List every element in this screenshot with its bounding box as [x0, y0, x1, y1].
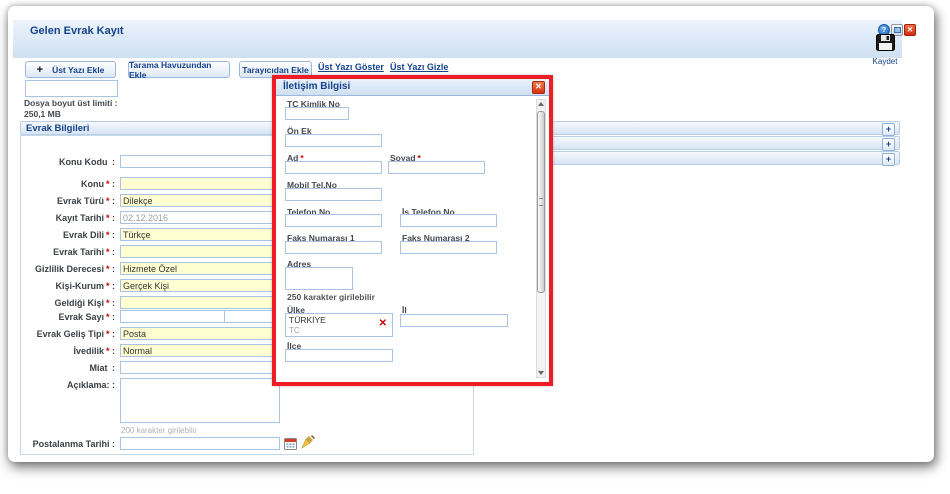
postalanma-tarihi-input[interactable]: [120, 437, 280, 450]
postalanma-tarihi-label: Postalanma Tarihi: [22, 439, 115, 449]
screen: Gelen Evrak Kayıt ? ✕ Kaydet + Üst Yazı …: [0, 0, 950, 494]
mobil-tel-input[interactable]: [285, 188, 382, 201]
adres-charnote: 250 karakter girilebilir: [287, 292, 375, 302]
modal-scrollbar[interactable]: [536, 99, 546, 378]
evrak-sayi-input-1[interactable]: [121, 311, 225, 322]
evrak-sayi-group: [120, 310, 292, 323]
soyad-input[interactable]: [388, 161, 485, 174]
konu-kodu-label: Konu Kodu: [22, 157, 115, 167]
expand-plus-icon[interactable]: +: [882, 138, 895, 151]
evrak-dili-label: Evrak Dili*: [22, 230, 115, 240]
ulke-clear-icon[interactable]: ✕: [379, 319, 387, 329]
ad-input[interactable]: [285, 161, 382, 174]
telefon-no-input[interactable]: [285, 214, 382, 227]
save-button-label: Kaydet: [864, 57, 906, 66]
modal-close-icon[interactable]: ✕: [532, 81, 545, 94]
adres-textarea[interactable]: [285, 267, 353, 290]
evrak-sayi-label: Evrak Sayı*: [22, 312, 115, 322]
evrak-gelis-tipi-label: Evrak Geliş Tipi*: [22, 329, 115, 339]
evrak-dili-input[interactable]: [120, 228, 292, 241]
scrollbar-grip: [539, 198, 543, 206]
clear-date-broom-icon[interactable]: [300, 435, 314, 449]
hide-cover-letter-link[interactable]: Üst Yazı Gizle: [390, 62, 448, 72]
is-telefon-input[interactable]: [400, 214, 497, 227]
gizlilik-derecesi-input[interactable]: [120, 262, 292, 275]
evrak-gelis-tipi-input[interactable]: [120, 327, 292, 340]
miat-input[interactable]: [120, 361, 292, 374]
evrak-turu-label: Evrak Türü*: [22, 196, 115, 206]
konu-label: Konu*: [22, 179, 115, 189]
konu-input[interactable]: [120, 177, 292, 190]
gizlilik-derecesi-label: Gizlilik Derecesi*: [22, 264, 115, 274]
ivedilik-input[interactable]: [120, 344, 292, 357]
geldigi-kisi-label: Geldiği Kişi*: [22, 298, 115, 308]
iletisim-bilgisi-modal: İletişim Bilgisi ✕ TC Kimlik No Ön Ek Ad…: [276, 79, 549, 382]
evrak-bilgileri-title: Evrak Bilgileri: [26, 123, 89, 134]
add-cover-letter-button[interactable]: + Üst Yazı Ekle: [25, 61, 116, 78]
upload-file-box[interactable]: [25, 80, 118, 97]
scroll-down-icon[interactable]: [537, 368, 545, 377]
geldigi-kisi-input[interactable]: [120, 296, 292, 309]
add-cover-letter-label: Üst Yazı Ekle: [52, 65, 104, 75]
evrak-tarihi-label: Evrak Tarihi*: [22, 247, 115, 257]
scroll-up-icon[interactable]: [537, 100, 545, 109]
ulke-value: TÜRKİYE: [289, 315, 326, 325]
evrak-turu-input[interactable]: [120, 194, 292, 207]
calendar-icon[interactable]: [284, 437, 298, 451]
aciklama-charnote: 200 karakter girilebilir: [121, 426, 197, 435]
aciklama-label: Açıklama:: [22, 380, 115, 390]
floppy-disk-icon: [876, 34, 895, 51]
ulke-code: TC: [289, 326, 300, 335]
expand-plus-icon[interactable]: +: [882, 153, 895, 166]
save-button[interactable]: Kaydet: [864, 34, 906, 66]
scan-pool-label: Tarama Havuzundan Ekle: [129, 60, 229, 80]
faks2-input[interactable]: [400, 241, 497, 254]
konu-kodu-input[interactable]: [120, 155, 292, 168]
miat-label: Miat: [22, 363, 115, 373]
scan-pool-button[interactable]: Tarama Havuzundan Ekle: [128, 61, 230, 78]
il-input[interactable]: [400, 314, 508, 327]
plus-icon: +: [37, 64, 43, 76]
app-window: Gelen Evrak Kayıt ? ✕ Kaydet + Üst Yazı …: [8, 6, 934, 462]
tc-kimlik-input[interactable]: [285, 107, 349, 120]
expand-plus-icon[interactable]: +: [882, 123, 895, 136]
kisi-kurum-input[interactable]: [120, 279, 292, 292]
on-ek-input[interactable]: [285, 134, 382, 147]
show-cover-letter-link[interactable]: Üst Yazı Göster: [318, 62, 384, 72]
kayit-tarihi-label: Kayıt Tarihi*: [22, 213, 115, 223]
kisi-kurum-label: Kişi-Kurum*: [22, 281, 115, 291]
scanner-label: Tarayıcıdan Ekle: [242, 65, 308, 75]
evrak-tarihi-input[interactable]: [120, 245, 292, 258]
ulke-combo[interactable]: TÜRKİYE TC ✕: [285, 313, 393, 337]
aciklama-textarea[interactable]: [120, 378, 280, 423]
faks1-input[interactable]: [285, 241, 382, 254]
red-highlight-frame: İletişim Bilgisi ✕ TC Kimlik No Ön Ek Ad…: [272, 75, 553, 386]
kayit-tarihi-input[interactable]: [120, 211, 292, 224]
modal-title: İletişim Bilgisi: [283, 81, 350, 92]
scrollbar-thumb[interactable]: [537, 111, 545, 293]
file-limit-note: Dosya boyut üst limiti : 250,1 MB: [24, 98, 134, 119]
page-title: Gelen Evrak Kayıt: [30, 25, 124, 37]
title-band: [13, 20, 902, 58]
ilce-input[interactable]: [285, 349, 393, 362]
restore-glyph: [894, 27, 901, 33]
modal-header[interactable]: İletişim Bilgisi: [276, 79, 549, 96]
ivedilik-label: İvedilik*: [22, 346, 115, 356]
